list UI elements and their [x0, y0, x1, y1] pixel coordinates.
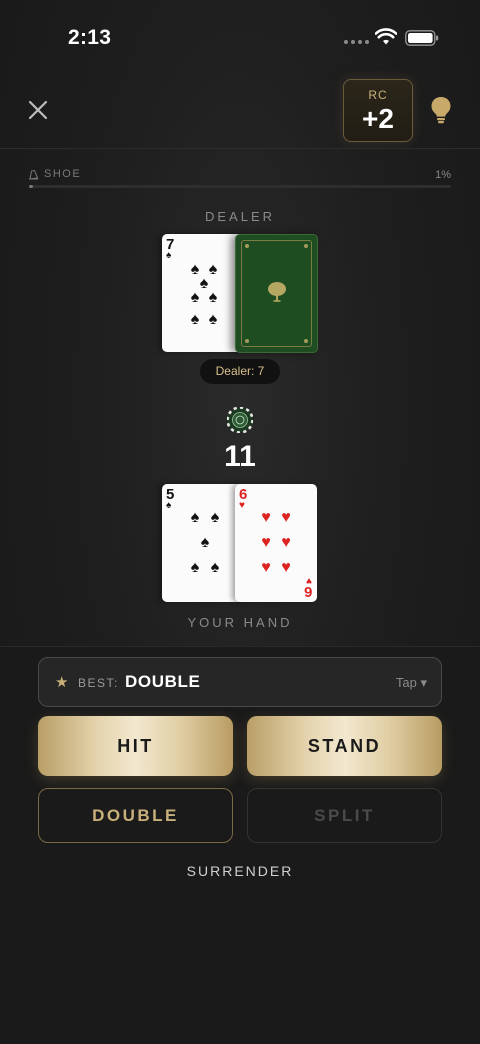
- heart-icon: ♥: [281, 534, 291, 551]
- stand-button[interactable]: STAND: [247, 716, 442, 776]
- heart-icon: ♥: [261, 559, 271, 576]
- bet-chip-icon[interactable]: [227, 407, 253, 433]
- shoe-label: SHOE: [28, 168, 81, 180]
- heart-icon: ♥: [281, 559, 291, 576]
- heart-icon: ♥: [261, 534, 271, 551]
- spade-icon: ♠: [208, 311, 218, 328]
- dealer-total-badge: Dealer: 7: [200, 359, 280, 384]
- your-hand-label: YOUR HAND: [187, 615, 293, 630]
- spade-icon: ♠: [166, 500, 172, 511]
- heart-icon: ♥: [239, 500, 245, 511]
- lightbulb-icon[interactable]: [430, 96, 452, 124]
- status-bar: 2:13: [0, 0, 480, 70]
- shoe-label-text: SHOE: [44, 168, 82, 180]
- running-count-value: +2: [362, 103, 394, 134]
- shoe-icon: [29, 169, 39, 180]
- spade-icon: ♠: [190, 311, 200, 328]
- spade-icon: ♠: [200, 534, 210, 551]
- spade-icon: ♠: [190, 509, 200, 526]
- best-move-value: DOUBLE: [125, 672, 201, 691]
- header-divider: [0, 148, 480, 149]
- spade-icon: ♠: [208, 289, 218, 306]
- spade-icon: ♠: [190, 289, 200, 306]
- card-rank-bottom: 6: [303, 583, 312, 600]
- heart-icon: ♥: [261, 509, 271, 526]
- card-back-emblem-icon: [268, 282, 286, 302]
- best-move-label: BEST:: [78, 676, 119, 690]
- battery-icon: [405, 30, 439, 46]
- double-button[interactable]: DOUBLE: [38, 788, 233, 843]
- surrender-button[interactable]: SURRENDER: [0, 863, 480, 879]
- hit-button[interactable]: HIT: [38, 716, 233, 776]
- player-hand-total: 11: [224, 440, 256, 473]
- spade-icon: ♠: [210, 559, 220, 576]
- shoe-percent: 1%: [435, 169, 451, 181]
- best-move-bar[interactable]: ★ BEST: DOUBLE Tap ▾: [38, 657, 442, 707]
- heart-icon: ♥: [281, 509, 291, 526]
- running-count-badge[interactable]: RC +2: [343, 79, 413, 142]
- dealer-hole-card: [235, 234, 318, 353]
- spade-icon: ♠: [190, 559, 200, 576]
- wifi-icon: [375, 28, 397, 45]
- player-card-6-hearts: 6 ♥ ♥ ♥ ♥ ♥ ♥ ♥ ♥ 6: [235, 484, 317, 602]
- game-screen: 2:13 RC +2 SHOE 1% DEALER 7 ♠ ♠ ♠ ♠ ♠ ♠ …: [0, 0, 480, 1044]
- dealer-card-7-spades: 7 ♠ ♠ ♠ ♠ ♠ ♠ ♠ ♠: [162, 234, 244, 352]
- player-card-5-spades: 5 ♠ ♠ ♠ ♠ ♠ ♠: [162, 484, 244, 602]
- split-button[interactable]: SPLIT: [247, 788, 442, 843]
- tap-hint[interactable]: Tap ▾: [396, 675, 427, 691]
- running-count-label: RC: [368, 88, 388, 102]
- close-icon[interactable]: [24, 96, 52, 124]
- spade-icon: ♠: [210, 509, 220, 526]
- status-time: 2:13: [68, 26, 112, 49]
- shoe-progress-fill: [29, 185, 34, 188]
- star-icon: ★: [55, 674, 69, 691]
- spade-icon: ♠: [166, 250, 172, 261]
- shoe-progress-bar: [29, 185, 451, 188]
- cellular-signal-icon: [344, 40, 369, 44]
- dealer-label: DEALER: [204, 209, 276, 224]
